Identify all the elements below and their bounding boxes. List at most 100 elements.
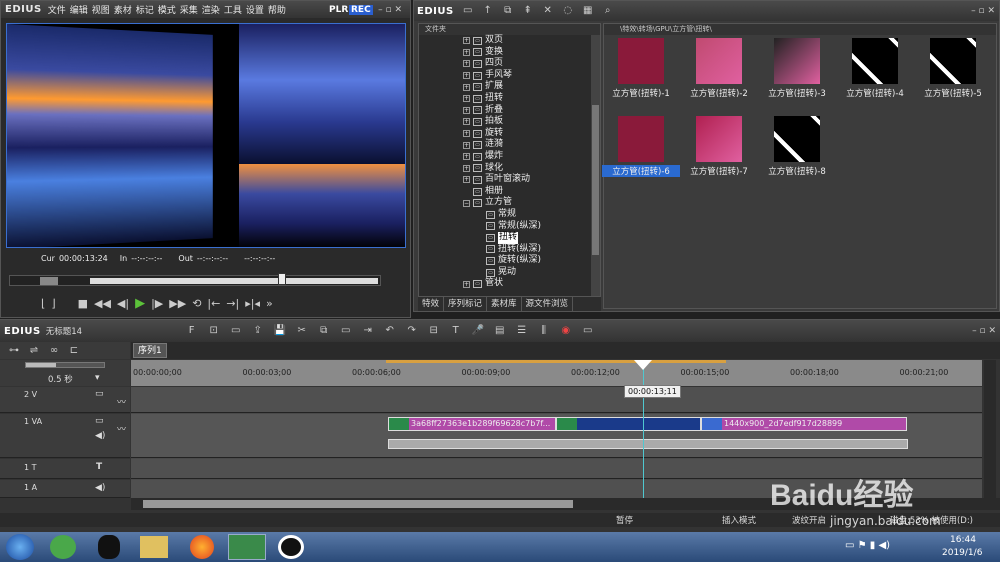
transition-thumbnail[interactable] [774, 38, 820, 84]
transition-thumbnail[interactable] [774, 116, 820, 162]
track-1t-title-icon[interactable]: T [96, 462, 102, 472]
tab-effects[interactable]: 特效 [418, 297, 444, 311]
expand-icon[interactable]: + [463, 37, 470, 44]
scrub-handle[interactable] [278, 273, 286, 285]
track-header-1va[interactable]: 1 VA ▭ ◀) 〰 [0, 414, 130, 458]
tree-item[interactable]: + ▭ 拍板 [463, 116, 600, 128]
scrub-left-handle[interactable] [40, 277, 58, 285]
insert-to-timeline-icon[interactable]: |← [207, 297, 220, 310]
video-clip-1[interactable]: 3a68ff27363e1b289f69628c7b7f... [388, 417, 556, 431]
transition-thumbnail[interactable] [852, 38, 898, 84]
step-forward-button[interactable]: |▶ [151, 297, 163, 310]
menu-edit[interactable]: 编辑 [70, 3, 88, 16]
expand-icon[interactable]: + [463, 165, 470, 172]
expand-icon[interactable]: + [463, 118, 470, 125]
tree-item[interactable]: + ▭ 四页 [463, 58, 600, 70]
menu-render[interactable]: 渲染 [202, 3, 220, 16]
taskbar-edius-icon[interactable] [228, 534, 266, 560]
expand-icon[interactable]: + [463, 142, 470, 149]
tray-icons[interactable]: ▭ ⚑ ▮ ◀) [845, 540, 890, 551]
tab-bin[interactable]: 素材库 [487, 297, 522, 311]
tree-item[interactable]: + ▭ 爆炸 [463, 151, 600, 163]
render-icon[interactable]: ▤ [494, 325, 506, 337]
tree-item[interactable]: ▭ 扭转 [463, 232, 600, 244]
overwrite-icon[interactable]: →| [226, 297, 239, 310]
cut-icon[interactable]: ✂ [296, 325, 308, 337]
menu-clip[interactable]: 素材 [114, 3, 132, 16]
scrub-bar[interactable] [9, 275, 381, 286]
taskbar-firefox-icon[interactable] [190, 535, 214, 559]
menu-help[interactable]: 帮助 [268, 3, 286, 16]
menu-file[interactable]: 文件 [48, 3, 66, 16]
zoom-value[interactable]: 0.5 秒 [48, 373, 73, 385]
taskbar-explorer-icon[interactable] [140, 536, 168, 558]
tab-source-browser[interactable]: 源文件浏览 [522, 297, 574, 311]
taskbar-app-icon-1[interactable] [50, 535, 76, 559]
group-icon[interactable]: ⊏ [68, 345, 80, 357]
transition-thumbnail[interactable] [696, 38, 742, 84]
expand-icon[interactable]: + [463, 84, 470, 91]
expand-icon[interactable]: + [463, 130, 470, 137]
audio-mixer-icon[interactable]: ⫼ [538, 325, 550, 337]
trim-icon[interactable]: ▸|◂ [245, 297, 260, 310]
search-icon[interactable]: ⌕ [602, 5, 614, 17]
tree-item[interactable]: + ▭ 百叶窗滚动 [463, 174, 600, 186]
track-2v-lane[interactable] [131, 387, 982, 413]
copy-icon[interactable]: ⧉ [318, 325, 330, 337]
loop-icon[interactable]: ⟲ [192, 297, 201, 310]
set-in-icon[interactable]: ⌊ [41, 297, 45, 310]
bin-window-controls[interactable]: – ▫ ✕ [971, 6, 995, 16]
expand-icon[interactable] [463, 188, 470, 195]
expand-icon[interactable] [476, 258, 483, 265]
tree-item[interactable]: + ▭ 球化 [463, 163, 600, 175]
stop-button[interactable]: ■ [78, 297, 88, 310]
save-icon[interactable]: 💾 [274, 325, 286, 337]
expand-icon[interactable]: + [463, 107, 470, 114]
tab-sequence-markers[interactable]: 序列标记 [444, 297, 487, 311]
new-sequence-icon[interactable]: F [186, 325, 198, 337]
export-icon[interactable]: ⇪ [252, 325, 264, 337]
expand-icon[interactable]: + [463, 153, 470, 160]
expand-icon[interactable]: + [463, 176, 470, 183]
transition-thumbnail[interactable] [930, 38, 976, 84]
start-button[interactable] [6, 534, 34, 560]
capture-icon[interactable]: ⊡ [208, 325, 220, 337]
tree-scrollbar[interactable] [591, 35, 600, 297]
mixer-icon[interactable]: ☰ [516, 325, 528, 337]
zoom-dropdown-icon[interactable]: ▾ [95, 373, 100, 383]
paste-icon[interactable]: ▭ [340, 325, 352, 337]
tree-item[interactable]: ▭ 常规(纵深) [463, 221, 600, 233]
plr-label[interactable]: PLR [329, 5, 348, 15]
expand-icon[interactable] [476, 211, 483, 218]
track-header-1t[interactable]: 1 T T [0, 459, 130, 479]
hscroll-thumb[interactable] [143, 500, 573, 508]
expand-icon[interactable]: + [463, 281, 470, 288]
track-2v-display-icon[interactable]: ▭ [95, 389, 104, 399]
folder-icon[interactable]: ▭ [462, 5, 474, 17]
tree-item[interactable]: ▭ 旋转(纵深) [463, 255, 600, 267]
track-1va-wave-icon[interactable]: 〰 [117, 422, 126, 435]
transition-thumbnail[interactable] [618, 38, 664, 84]
redo-icon[interactable]: ↷ [406, 325, 418, 337]
menu-view[interactable]: 视图 [92, 3, 110, 16]
tree-item[interactable]: + ▭ 折叠 [463, 105, 600, 117]
track-1va-audio-icon[interactable]: ◀) [95, 431, 105, 441]
split-icon[interactable]: ⊟ [428, 325, 440, 337]
sync-icon[interactable]: ⇌ [28, 345, 40, 357]
transition-thumbnail[interactable] [618, 116, 664, 162]
properties-icon[interactable]: ◌ [562, 5, 574, 17]
add-to-timeline-icon[interactable]: ⇞ [522, 5, 534, 17]
taskbar-recorder-icon[interactable] [278, 535, 304, 559]
tree-item[interactable]: + ▭ 双页 [463, 35, 600, 47]
window-controls[interactable]: – ▫ ✕ [378, 5, 402, 15]
transition-clip[interactable] [556, 417, 701, 431]
expand-icon[interactable] [476, 234, 483, 241]
menu-tools[interactable]: 工具 [224, 3, 242, 16]
expand-icon[interactable]: + [463, 72, 470, 79]
link-icon[interactable]: ∞ [48, 345, 60, 357]
view-mode-icon[interactable]: ▦ [582, 5, 594, 17]
rewind-button[interactable]: ◀◀ [94, 297, 111, 310]
menu-settings[interactable]: 设置 [246, 3, 264, 16]
up-folder-icon[interactable]: ↑ [482, 5, 494, 17]
tree-item[interactable]: + ▭ 扭转 [463, 93, 600, 105]
